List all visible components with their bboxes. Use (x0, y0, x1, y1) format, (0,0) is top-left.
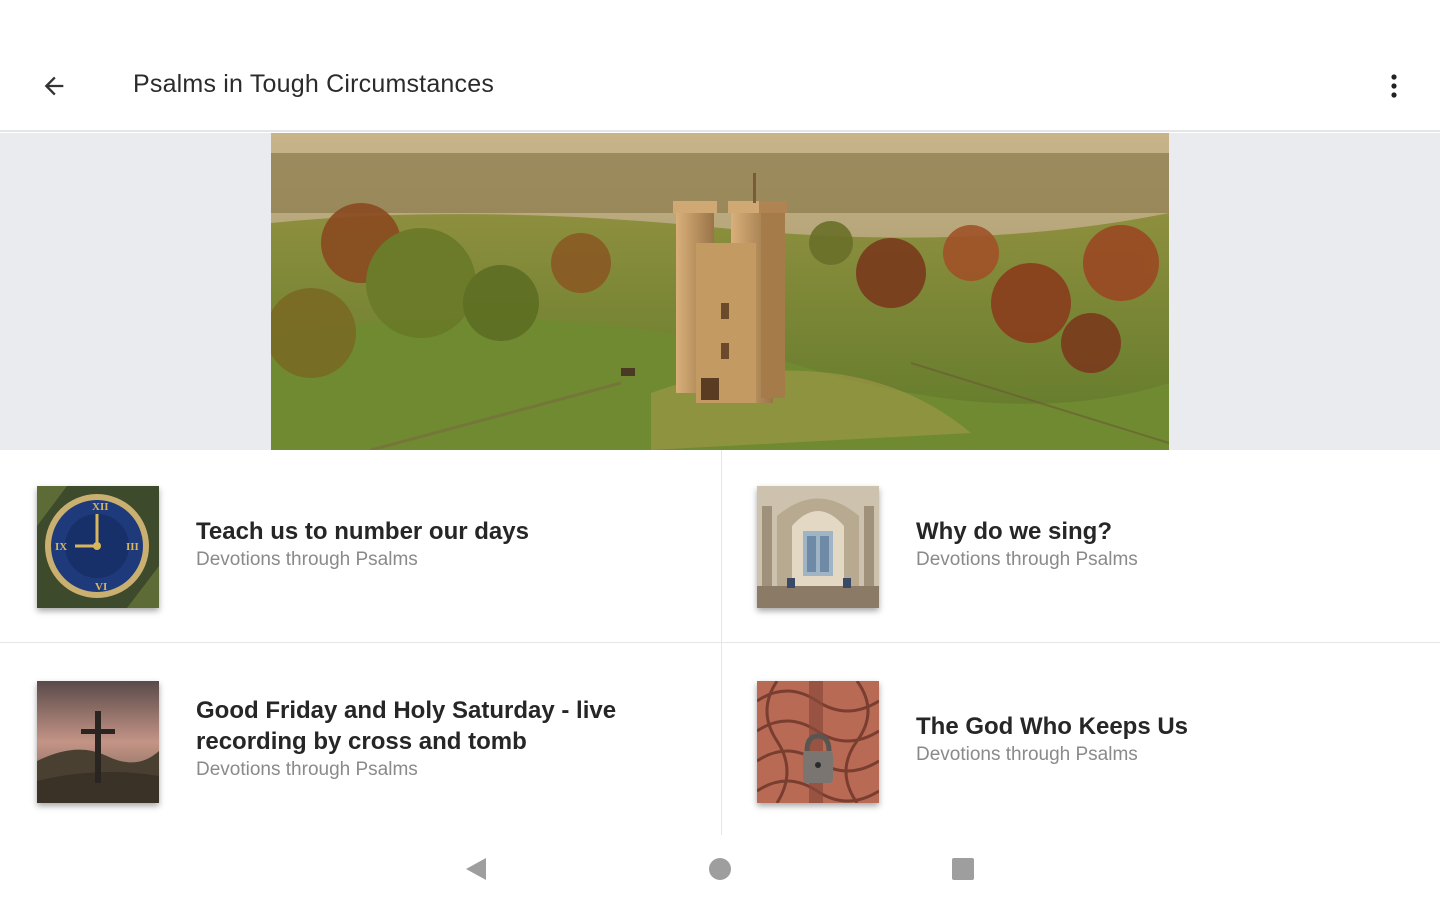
devotion-card-teach-us[interactable]: XII III VI IX Teach us to number our day… (0, 450, 720, 642)
cross-thumbnail (37, 681, 159, 803)
nav-recents-icon (952, 858, 974, 880)
hero-image (271, 133, 1169, 450)
nav-home-button[interactable] (700, 849, 740, 889)
status-bar (0, 0, 1440, 40)
nav-recents-button[interactable] (943, 849, 983, 889)
card-title: The God Who Keeps Us (916, 713, 1189, 740)
card-subtitle: Devotions through Psalms (916, 549, 1138, 570)
svg-text:XII: XII (92, 501, 109, 513)
card-title: Teach us to number our days (196, 518, 529, 545)
nav-home-icon (709, 858, 731, 880)
more-vert-icon (1391, 74, 1397, 98)
devotion-card-why-sing[interactable]: Why do we sing? Devotions through Psalms (722, 450, 1440, 642)
system-nav-bar (0, 835, 1440, 900)
app-bar: Psalms in Tough Circumstances (0, 40, 1440, 132)
card-subtitle: Devotions through Psalms (916, 744, 1138, 765)
card-subtitle: Devotions through Psalms (196, 759, 418, 780)
devotions-grid: XII III VI IX Teach us to number our day… (0, 450, 1440, 835)
arrow-left-icon (44, 76, 64, 96)
page-title: Psalms in Tough Circumstances (133, 70, 495, 98)
card-title: Good Friday and Holy Saturday - live rec… (196, 697, 617, 755)
devotion-card-good-friday[interactable]: Good Friday and Holy Saturday - live rec… (0, 643, 720, 835)
padlock-thumbnail (757, 681, 879, 803)
card-title: Why do we sing? (916, 518, 1112, 545)
hero-banner (0, 133, 1440, 450)
svg-text:III: III (126, 541, 139, 553)
clock-thumbnail: XII III VI IX (37, 486, 159, 608)
nav-back-button[interactable] (456, 849, 496, 889)
devotion-card-god-keeps[interactable]: The God Who Keeps Us Devotions through P… (722, 643, 1440, 835)
back-button[interactable] (30, 62, 78, 110)
card-subtitle: Devotions through Psalms (196, 549, 418, 570)
more-options-button[interactable] (1370, 62, 1418, 110)
cathedral-thumbnail (757, 486, 879, 608)
nav-back-icon (466, 858, 486, 880)
svg-text:IX: IX (55, 541, 67, 553)
svg-text:VI: VI (95, 581, 107, 593)
